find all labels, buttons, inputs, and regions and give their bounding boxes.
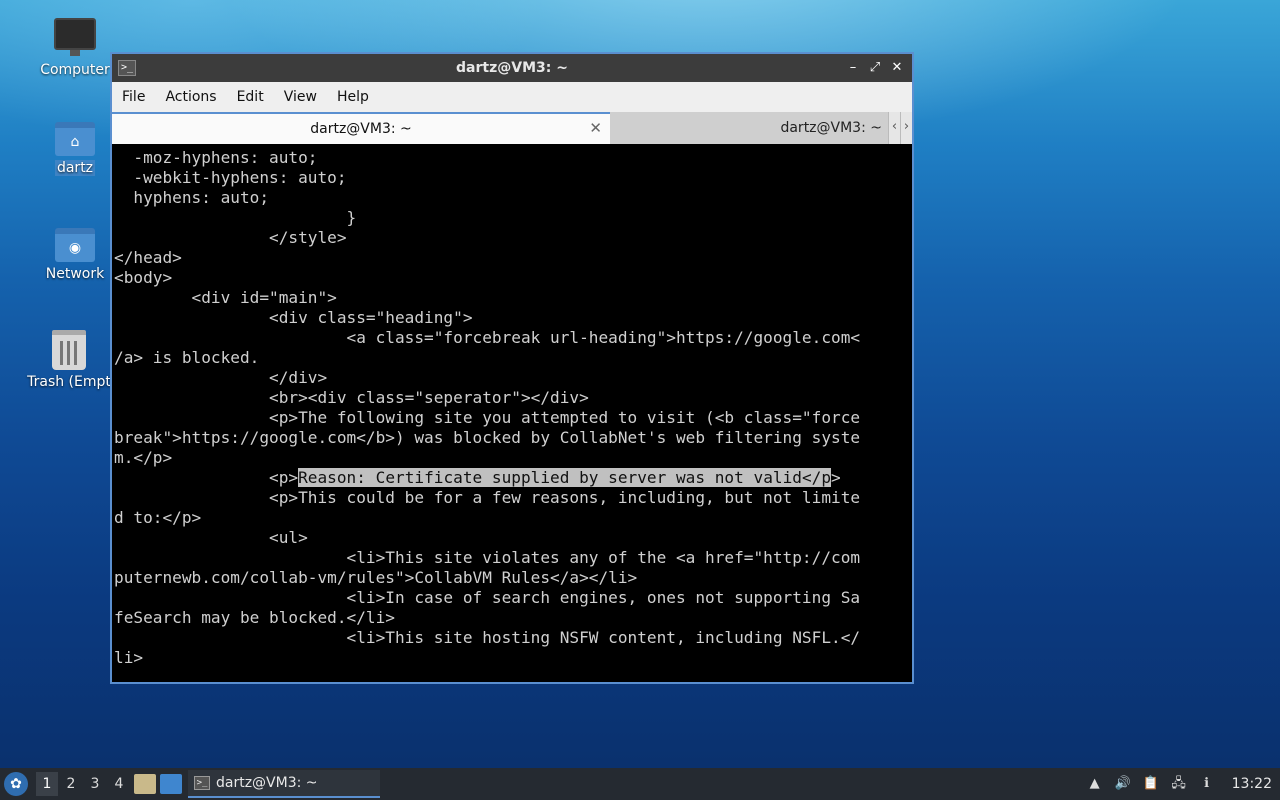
taskbar: ✿ 1 2 3 4 >_ dartz@VM3: ~ ▲ 🔊 📋 🖧 ℹ 13:2… xyxy=(0,768,1280,800)
terminal-line: <a class="forcebreak url-heading">https:… xyxy=(114,328,861,347)
terminal-line: -moz-hyphens: auto; xyxy=(114,148,318,167)
network-folder-icon: ◉ xyxy=(55,228,95,262)
workspace-1[interactable]: 1 xyxy=(36,772,58,796)
menubar: File Actions Edit View Help xyxy=(112,82,912,112)
terminal-line-highlighted: <p>Reason: Certificate supplied by serve… xyxy=(114,468,910,488)
start-menu-icon[interactable]: ✿ xyxy=(4,772,28,796)
tab-inactive[interactable]: dartz@VM3: ~ xyxy=(610,112,912,144)
workspace-4[interactable]: 4 xyxy=(108,772,130,796)
terminal-app-icon[interactable]: >_ xyxy=(118,60,136,76)
window-titlebar[interactable]: >_ dartz@VM3: ~ – ⤢ ✕ xyxy=(112,54,912,82)
terminal-line: <li>This site violates any of the <a hre… xyxy=(114,548,861,567)
terminal-text: <p> xyxy=(114,468,299,487)
terminal-text: > xyxy=(831,468,841,487)
close-button[interactable]: ✕ xyxy=(888,59,906,77)
terminal-line: <div class="heading"> xyxy=(114,308,473,327)
tab-scroll-left-icon[interactable]: ‹ xyxy=(888,112,900,144)
terminal-line: <p>This could be for a few reasons, incl… xyxy=(114,488,861,507)
minimize-button[interactable]: – xyxy=(844,59,862,77)
desktop-icon-label: Network xyxy=(45,266,105,282)
network-icon[interactable]: 🖧 xyxy=(1170,775,1188,793)
file-manager-icon[interactable] xyxy=(134,774,156,794)
terminal-output[interactable]: -moz-hyphens: auto; -webkit-hyphens: aut… xyxy=(112,144,912,682)
terminal-line: /a> is blocked. xyxy=(114,348,260,367)
terminal-line: <li>This site hosting NSFW content, incl… xyxy=(114,628,861,647)
menu-file[interactable]: File xyxy=(112,89,155,105)
terminal-line: break">https://google.com</b>) was block… xyxy=(114,428,861,447)
terminal-line: <p>The following site you attempted to v… xyxy=(114,408,861,427)
terminal-line: <br><div class="seperator"></div> xyxy=(114,388,589,407)
clipboard-icon[interactable]: 📋 xyxy=(1142,775,1160,793)
tab-label: dartz@VM3: ~ xyxy=(310,121,412,137)
clock[interactable]: 13:22 xyxy=(1232,776,1272,792)
terminal-line: <ul> xyxy=(114,528,308,547)
terminal-line: puternewb.com/collab-vm/rules">CollabVM … xyxy=(114,568,638,587)
desktop-icon-label: Trash (Empt xyxy=(27,374,111,390)
terminal-line: <body> xyxy=(114,268,173,287)
terminal-line: <div id="main"> xyxy=(114,288,337,307)
terminal-line: } xyxy=(114,208,357,227)
desktop-icon-label: Computer xyxy=(40,62,110,78)
tab-scroll-right-icon[interactable]: › xyxy=(900,112,912,144)
terminal-task-icon: >_ xyxy=(194,776,210,790)
task-label: dartz@VM3: ~ xyxy=(216,775,318,791)
trash-icon xyxy=(52,330,86,370)
system-tray: ▲ 🔊 📋 🖧 ℹ 13:22 xyxy=(1086,775,1272,793)
menu-actions[interactable]: Actions xyxy=(155,89,226,105)
tray-up-icon[interactable]: ▲ xyxy=(1086,775,1104,793)
notification-icon[interactable]: ℹ xyxy=(1198,775,1216,793)
volume-icon[interactable]: 🔊 xyxy=(1114,775,1132,793)
tab-active[interactable]: dartz@VM3: ~ ✕ xyxy=(112,112,610,144)
terminal-line: li> xyxy=(114,648,144,667)
terminal-line: m.</p> xyxy=(114,448,173,467)
window-title: dartz@VM3: ~ xyxy=(456,60,568,76)
menu-edit[interactable]: Edit xyxy=(227,89,274,105)
computer-icon xyxy=(54,18,96,56)
terminal-line: hyphens: auto; xyxy=(114,188,270,207)
terminal-line: feSearch may be blocked.</li> xyxy=(114,608,395,627)
terminal-line: -webkit-hyphens: auto; xyxy=(114,168,347,187)
terminal-window[interactable]: >_ dartz@VM3: ~ – ⤢ ✕ File Actions Edit … xyxy=(110,52,914,684)
taskbar-terminal-task[interactable]: >_ dartz@VM3: ~ xyxy=(188,770,380,798)
terminal-line: </head> xyxy=(114,248,182,267)
home-folder-icon: ⌂ xyxy=(55,122,95,156)
tab-bar: dartz@VM3: ~ ✕ dartz@VM3: ~ ‹ › xyxy=(112,112,912,144)
terminal-line: d to:</p> xyxy=(114,508,202,527)
terminal-line: </style> xyxy=(114,228,347,247)
show-desktop-icon[interactable] xyxy=(160,774,182,794)
desktop-icon-label: dartz xyxy=(54,160,96,176)
menu-view[interactable]: View xyxy=(274,89,327,105)
tab-close-icon[interactable]: ✕ xyxy=(589,119,602,137)
terminal-line: </div> xyxy=(114,368,328,387)
tab-label: dartz@VM3: ~ xyxy=(780,120,882,136)
workspace-2[interactable]: 2 xyxy=(60,772,82,796)
menu-help[interactable]: Help xyxy=(327,89,379,105)
desktop-icon-trash[interactable]: Trash (Empt xyxy=(19,330,119,390)
maximize-button[interactable]: ⤢ xyxy=(866,59,884,77)
terminal-line: <li>In case of search engines, ones not … xyxy=(114,588,861,607)
terminal-selection[interactable]: Reason: Certificate supplied by server w… xyxy=(298,468,832,487)
workspace-3[interactable]: 3 xyxy=(84,772,106,796)
